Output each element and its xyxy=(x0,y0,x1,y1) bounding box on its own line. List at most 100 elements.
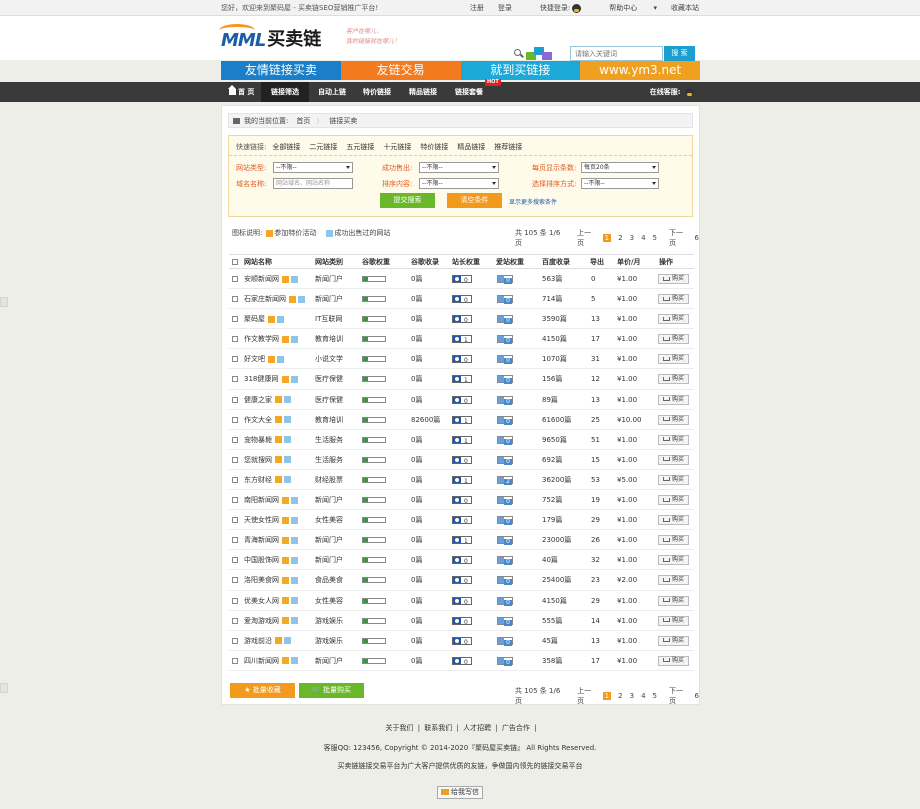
quick-link-special[interactable]: 特价链接 xyxy=(420,142,448,152)
buy-button[interactable]: 购买 xyxy=(658,474,689,485)
nav-home[interactable]: 首 页 xyxy=(228,82,254,102)
site-name-cell[interactable]: 南阳新闻网 xyxy=(244,490,299,510)
row-checkbox[interactable] xyxy=(232,557,238,564)
site-name[interactable]: 您就搜网 xyxy=(244,456,272,464)
quick-link-10yuan[interactable]: 十元链接 xyxy=(383,142,411,152)
pager-page-3-bottom[interactable]: 3 xyxy=(630,692,634,700)
banner-site-url[interactable]: www.ym3.net xyxy=(580,61,700,80)
site-name-cell[interactable]: 天使女性网 xyxy=(244,510,299,530)
site-name-cell[interactable]: 安顺新闻网 xyxy=(244,269,299,289)
pager-page-current-bottom[interactable]: 1 xyxy=(602,692,612,700)
per-page-select[interactable]: 每页20条 xyxy=(581,162,659,173)
pager-prev[interactable]: 上一页 xyxy=(577,228,596,248)
site-name-cell[interactable]: 您就搜网 xyxy=(244,450,292,470)
buy-button[interactable]: 购买 xyxy=(658,595,689,606)
buy-button[interactable]: 购买 xyxy=(658,294,689,305)
site-name-cell[interactable]: 游戏前沿 xyxy=(244,631,292,651)
footer-contact[interactable]: 联系我们 xyxy=(424,724,452,732)
quick-link-premium[interactable]: 精品链接 xyxy=(457,142,485,152)
nav-link-package[interactable]: 链接套餐 HOT xyxy=(455,79,501,102)
row-checkbox[interactable] xyxy=(232,476,238,483)
site-name-cell[interactable]: 爱淘游戏网 xyxy=(244,611,299,631)
buy-button[interactable]: 购买 xyxy=(658,555,689,566)
site-name-cell[interactable]: 作文大全 xyxy=(244,410,292,430)
footer-about[interactable]: 关于我们 xyxy=(385,724,413,732)
site-name[interactable]: 优美女人网 xyxy=(244,597,279,605)
nav-auto-link[interactable]: 自动上链 xyxy=(318,82,346,102)
banner-link-trade[interactable]: 友情链接买卖 xyxy=(221,61,341,80)
site-name[interactable]: 好文吧 xyxy=(244,355,265,363)
pager-last[interactable]: 6 xyxy=(695,234,699,242)
more-filters-link[interactable]: 显示更多搜索条件 xyxy=(509,197,557,206)
site-name-cell[interactable]: 石家庄新闻网 xyxy=(244,289,306,309)
row-checkbox[interactable] xyxy=(232,517,238,524)
quick-link-recommend[interactable]: 推荐链接 xyxy=(494,142,522,152)
buy-button[interactable]: 购买 xyxy=(658,635,689,646)
site-type-select[interactable]: --不限-- xyxy=(273,162,353,173)
pager-next-bottom[interactable]: 下一页 xyxy=(669,686,688,706)
pager-page-2[interactable]: 2 xyxy=(618,234,622,242)
pager-next[interactable]: 下一页 xyxy=(669,228,688,248)
register-link[interactable]: 注册 xyxy=(470,3,484,13)
row-checkbox[interactable] xyxy=(232,617,238,624)
buy-button[interactable]: 购买 xyxy=(658,334,689,345)
row-checkbox[interactable] xyxy=(232,637,238,644)
nav-special-link[interactable]: 特价链接 xyxy=(363,82,391,102)
sort-select[interactable]: --不限-- xyxy=(419,178,499,189)
side-tab[interactable] xyxy=(0,683,8,693)
quick-link-5yuan[interactable]: 五元链接 xyxy=(346,142,374,152)
site-name-cell[interactable]: 中国股饰网 xyxy=(244,550,299,570)
site-name[interactable]: 青海新闻网 xyxy=(244,536,279,544)
qq-service-icon[interactable] xyxy=(685,87,694,97)
site-name-cell[interactable]: 东方财经 xyxy=(244,470,292,490)
site-name[interactable]: 安顺新闻网 xyxy=(244,275,279,283)
select-all-checkbox[interactable] xyxy=(232,259,238,265)
site-name[interactable]: 爱淘游戏网 xyxy=(244,617,279,625)
pager-page-current[interactable]: 1 xyxy=(602,234,612,242)
buy-button[interactable]: 购买 xyxy=(658,495,689,506)
quick-link-all[interactable]: 全部链接 xyxy=(272,142,300,152)
buy-button[interactable]: 购买 xyxy=(658,454,689,465)
row-checkbox[interactable] xyxy=(232,537,238,544)
sort-method-select[interactable]: --不限-- xyxy=(581,178,659,189)
pager-prev-bottom[interactable]: 上一页 xyxy=(577,686,596,706)
site-name-cell[interactable]: 作文教学网 xyxy=(244,329,299,349)
site-name[interactable]: 中国股饰网 xyxy=(244,556,279,564)
row-checkbox[interactable] xyxy=(232,276,238,282)
row-checkbox[interactable] xyxy=(232,396,238,403)
site-name[interactable]: 聚码屋 xyxy=(244,315,265,323)
pager-page-3[interactable]: 3 xyxy=(630,234,634,242)
site-name-cell[interactable]: 洛阳美食网 xyxy=(244,570,299,590)
site-name[interactable]: 318健康网 xyxy=(244,375,278,383)
quick-link-2yuan[interactable]: 二元链接 xyxy=(309,142,337,152)
banner-buy-link[interactable]: 就到买链接 xyxy=(460,61,581,80)
site-name[interactable]: 南阳新闻网 xyxy=(244,496,279,504)
buy-button[interactable]: 购买 xyxy=(658,374,689,385)
buy-button[interactable]: 购买 xyxy=(658,575,689,586)
qq-icon[interactable] xyxy=(572,3,582,13)
buy-button[interactable]: 购买 xyxy=(658,354,689,365)
nav-premium-link[interactable]: 精品链接 xyxy=(409,82,437,102)
search-button[interactable]: 搜 索 xyxy=(664,46,695,61)
batch-favorite-button[interactable]: ★ 批量收藏 xyxy=(230,683,295,698)
site-name-cell[interactable]: 健康之家 xyxy=(244,390,292,410)
row-checkbox[interactable] xyxy=(232,456,238,463)
pager-page-5-bottom[interactable]: 5 xyxy=(653,692,657,700)
row-checkbox[interactable] xyxy=(232,416,238,423)
site-name[interactable]: 四川新闻网 xyxy=(244,657,279,665)
search-input[interactable] xyxy=(570,46,663,61)
online-service[interactable]: 在线客服: xyxy=(650,82,694,102)
pager-page-5[interactable]: 5 xyxy=(653,234,657,242)
buy-button[interactable]: 购买 xyxy=(658,535,689,546)
banner-friend-trade[interactable]: 友链交易 xyxy=(340,61,461,80)
pager-page-4-bottom[interactable]: 4 xyxy=(641,692,645,700)
breadcrumb-home[interactable]: 首页 xyxy=(296,116,310,126)
favorite-site-link[interactable]: 收藏本站 xyxy=(671,3,699,13)
batch-buy-button[interactable]: 🛒 批量购买 xyxy=(299,683,364,698)
site-name-cell[interactable]: 四川新闻网 xyxy=(244,651,299,671)
site-name[interactable]: 洛阳美食网 xyxy=(244,576,279,584)
success-select[interactable]: --不限-- xyxy=(419,162,499,173)
buy-button[interactable]: 购买 xyxy=(658,434,689,445)
site-name-cell[interactable]: 聚码屋 xyxy=(244,309,285,329)
buy-button[interactable]: 购买 xyxy=(658,655,689,666)
